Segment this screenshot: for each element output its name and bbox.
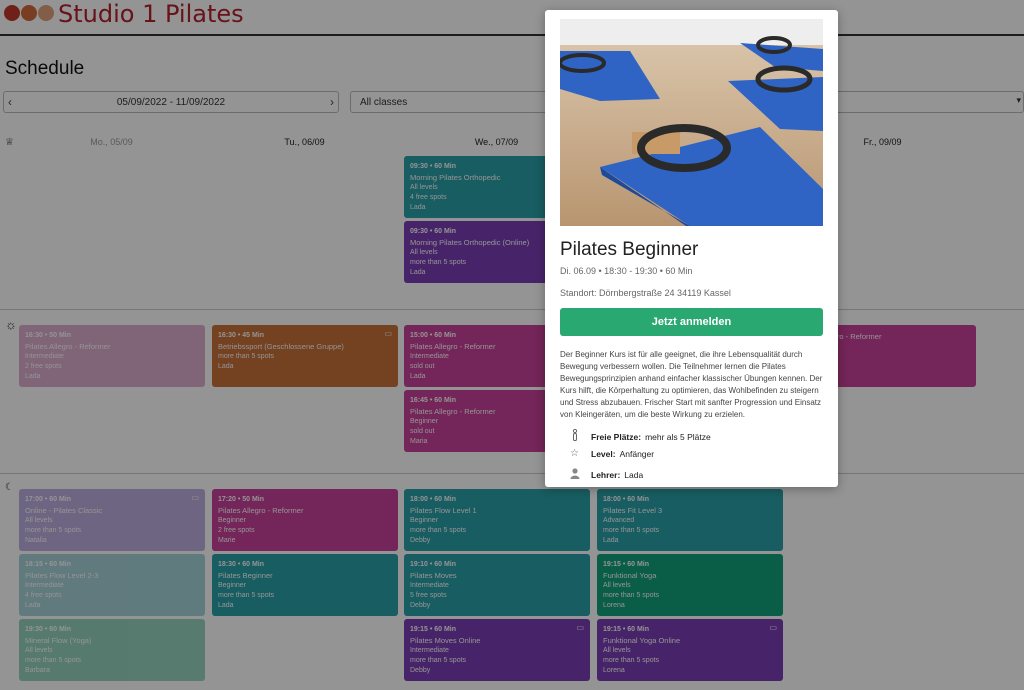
spots-label: Freie Plätze: bbox=[591, 431, 642, 442]
star-icon: ☆ bbox=[570, 448, 579, 459]
user-icon bbox=[567, 468, 582, 482]
info-row-teacher: Lehrer: Lada bbox=[567, 468, 643, 482]
level-value: Anfänger bbox=[619, 448, 655, 459]
spots-value: mehr als 5 Plätze bbox=[645, 431, 711, 442]
modal-backdrop[interactable] bbox=[0, 0, 1024, 690]
modal-title: Pilates Beginner bbox=[560, 239, 699, 260]
class-detail-modal: × Pilates Beginner Di. 06.09 • 18:30 - 1… bbox=[545, 10, 838, 487]
info-row-level: ☆ Level: Anfänger bbox=[567, 448, 654, 459]
info-row-spots: Freie Plätze: mehr als 5 Plätze bbox=[567, 428, 711, 444]
modal-description: Der Beginner Kurs ist für alle geeignet,… bbox=[560, 350, 823, 419]
book-now-button[interactable]: Jetzt anmelden bbox=[560, 308, 823, 336]
modal-datetime: Di. 06.09 • 18:30 - 19:30 • 60 Min bbox=[560, 266, 693, 276]
modal-location: Standort: Dörnbergstraße 24 34119 Kassel bbox=[560, 288, 731, 298]
teacher-value: Lada bbox=[624, 470, 644, 480]
person-outline-icon bbox=[567, 428, 582, 444]
level-label: Level: bbox=[591, 448, 616, 459]
class-photo bbox=[560, 19, 823, 226]
teacher-label: Lehrer: bbox=[591, 470, 621, 480]
pilates-room-illustration bbox=[560, 19, 823, 226]
